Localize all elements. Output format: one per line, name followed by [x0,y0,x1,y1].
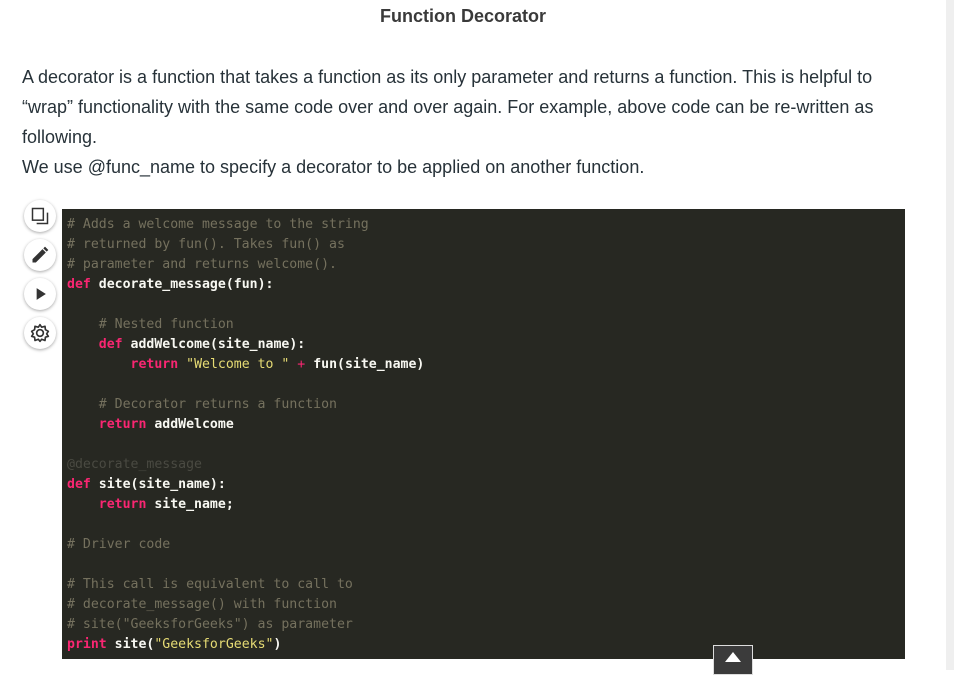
code-text: site_name; [154,497,234,512]
code-keyword: def [98,337,123,352]
code-text: addWelcome(site_name): [130,337,306,352]
code-line: print site("GeeksforGeeks") [67,635,905,655]
copy-icon [31,207,49,225]
code-line: # Decorator returns a function [67,395,905,415]
code-keyword: return [98,497,147,512]
code-comment: # Driver code [67,537,171,552]
code-comment: # parameter and returns welcome(). [67,257,337,272]
paragraph-description: A decorator is a function that takes a f… [22,67,874,147]
code-line: # decorate_message() with function [67,595,905,615]
code-line: # site("GeeksforGeeks") as parameter [67,615,905,635]
code-line: def addWelcome(site_name): [67,335,905,355]
code-line: # parameter and returns welcome(). [67,255,905,275]
code-line: # This call is equivalent to call to [67,575,905,595]
code-block[interactable]: # Adds a welcome message to the string #… [62,209,905,659]
arrow-up-icon [725,652,741,662]
section-title: Function Decorator [379,6,546,26]
code-comment: # site("GeeksforGeeks") as parameter [67,617,353,632]
code-decorator: @decorate_message [67,457,202,472]
code-line: return addWelcome [67,415,905,435]
pencil-icon [32,246,49,263]
scroll-to-top-button[interactable] [713,645,753,675]
run-button[interactable] [24,278,56,310]
play-icon [36,288,46,300]
code-comment: # Decorator returns a function [98,397,337,412]
code-line: return "Welcome to " + fun(site_name) [67,355,905,375]
paragraph-usage: We use @func_name to specify a decorator… [22,157,645,177]
code-text: addWelcome [154,417,234,432]
code-keyword: print [67,637,107,652]
code-text: fun(site_name) [313,357,425,372]
code-toolbar [24,200,60,356]
code-keyword: def [67,277,91,292]
code-text: ) [273,637,282,652]
code-comment: # Adds a welcome message to the string [67,217,369,232]
code-line: # Nested function [67,315,905,335]
code-string: "Welcome to " [186,357,290,372]
edit-button[interactable] [24,239,56,271]
code-line: @decorate_message [67,455,905,475]
code-comment: # decorate_message() with function [67,597,337,612]
code-operator: + [297,357,306,372]
page-scrollbar-track[interactable] [946,0,954,670]
code-comment: # This call is equivalent to call to [67,577,353,592]
code-text: site(site_name): [98,477,226,492]
settings-button[interactable] [24,317,56,349]
code-line: # Driver code [67,535,905,555]
copy-button[interactable] [24,200,56,232]
article-body: A decorator is a function that takes a f… [22,62,902,182]
code-keyword: return [130,357,179,372]
code-line: # Adds a welcome message to the string [67,215,905,235]
code-line: def site(site_name): [67,475,905,495]
code-string: "GeeksforGeeks" [154,637,274,652]
code-text: site( [114,637,155,652]
code-comment: # returned by fun(). Takes fun() as [67,237,345,252]
code-line: # returned by fun(). Takes fun() as [67,235,905,255]
code-line: return site_name; [67,495,905,515]
code-keyword: return [98,417,147,432]
code-keyword: def [67,477,91,492]
code-comment: # Nested function [98,317,234,332]
gear-icon [30,323,50,343]
code-text: decorate_message(fun): [98,277,274,292]
code-line: def decorate_message(fun): [67,275,905,295]
